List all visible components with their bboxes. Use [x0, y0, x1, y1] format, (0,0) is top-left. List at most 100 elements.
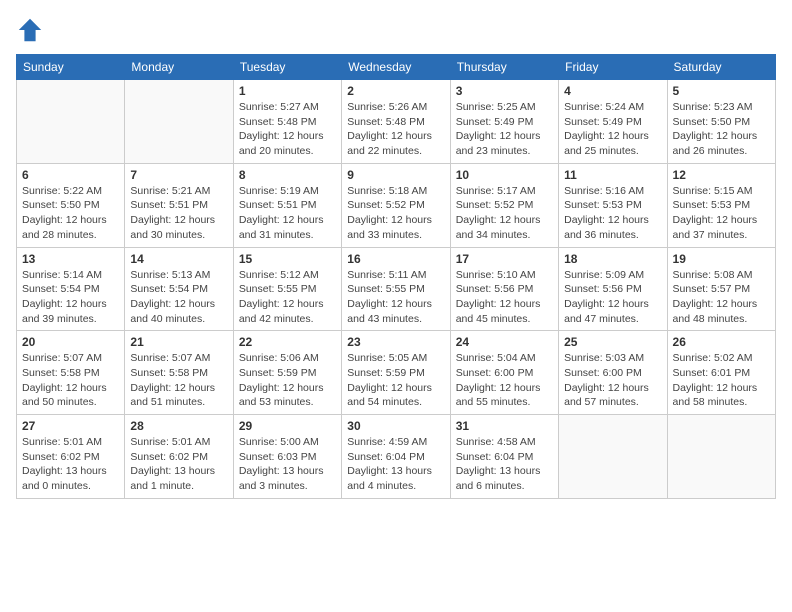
- calendar-cell: [125, 80, 233, 164]
- calendar-cell: 2 Sunrise: 5:26 AM Sunset: 5:48 PM Daylig…: [342, 80, 450, 164]
- day-info: Sunrise: 5:00 AM Sunset: 6:03 PM Dayligh…: [239, 435, 336, 494]
- calendar-cell: 20 Sunrise: 5:07 AM Sunset: 5:58 PM Dayli…: [17, 331, 125, 415]
- day-number: 14: [130, 252, 227, 266]
- day-info: Sunrise: 5:26 AM Sunset: 5:48 PM Dayligh…: [347, 100, 444, 159]
- calendar-cell: 30 Sunrise: 4:59 AM Sunset: 6:04 PM Dayli…: [342, 415, 450, 499]
- header-sunday: Sunday: [17, 55, 125, 80]
- day-number: 9: [347, 168, 444, 182]
- day-info: Sunrise: 5:11 AM Sunset: 5:55 PM Dayligh…: [347, 268, 444, 327]
- calendar-cell: 7 Sunrise: 5:21 AM Sunset: 5:51 PM Daylig…: [125, 163, 233, 247]
- day-number: 11: [564, 168, 661, 182]
- day-number: 1: [239, 84, 336, 98]
- calendar-cell: 16 Sunrise: 5:11 AM Sunset: 5:55 PM Dayli…: [342, 247, 450, 331]
- calendar-cell: 19 Sunrise: 5:08 AM Sunset: 5:57 PM Dayli…: [667, 247, 775, 331]
- calendar-cell: [667, 415, 775, 499]
- day-info: Sunrise: 5:14 AM Sunset: 5:54 PM Dayligh…: [22, 268, 119, 327]
- day-number: 8: [239, 168, 336, 182]
- day-info: Sunrise: 4:59 AM Sunset: 6:04 PM Dayligh…: [347, 435, 444, 494]
- calendar-cell: 21Sunrise: 5:07 AM Sunset: 5:58 PM Dayli…: [125, 331, 233, 415]
- calendar-week-2: 6 Sunrise: 5:22 AM Sunset: 5:50 PM Daylig…: [17, 163, 776, 247]
- header-monday: Monday: [125, 55, 233, 80]
- calendar-cell: 13 Sunrise: 5:14 AM Sunset: 5:54 PM Dayli…: [17, 247, 125, 331]
- page-header: [16, 16, 776, 44]
- day-number: 16: [347, 252, 444, 266]
- calendar-cell: 15 Sunrise: 5:12 AM Sunset: 5:55 PM Dayli…: [233, 247, 341, 331]
- day-number: 3: [456, 84, 553, 98]
- day-number: 10: [456, 168, 553, 182]
- calendar-cell: 27 Sunrise: 5:01 AM Sunset: 6:02 PM Dayli…: [17, 415, 125, 499]
- calendar-cell: 12 Sunrise: 5:15 AM Sunset: 5:53 PM Dayli…: [667, 163, 775, 247]
- calendar-cell: 17 Sunrise: 5:10 AM Sunset: 5:56 PM Dayli…: [450, 247, 558, 331]
- day-number: 19: [673, 252, 770, 266]
- day-number: 21: [130, 335, 227, 349]
- day-number: 24: [456, 335, 553, 349]
- day-info: Sunrise: 5:12 AM Sunset: 5:55 PM Dayligh…: [239, 268, 336, 327]
- day-number: 27: [22, 419, 119, 433]
- header-friday: Friday: [559, 55, 667, 80]
- day-info: Sunrise: 5:18 AM Sunset: 5:52 PM Dayligh…: [347, 184, 444, 243]
- day-info: Sunrise: 5:06 AM Sunset: 5:59 PM Dayligh…: [239, 351, 336, 410]
- calendar-cell: [559, 415, 667, 499]
- day-info: Sunrise: 5:01 AM Sunset: 6:02 PM Dayligh…: [130, 435, 227, 494]
- header-tuesday: Tuesday: [233, 55, 341, 80]
- calendar-cell: 28 Sunrise: 5:01 AM Sunset: 6:02 PM Dayli…: [125, 415, 233, 499]
- day-info: Sunrise: 5:21 AM Sunset: 5:51 PM Dayligh…: [130, 184, 227, 243]
- calendar-cell: 29 Sunrise: 5:00 AM Sunset: 6:03 PM Dayli…: [233, 415, 341, 499]
- day-info: Sunrise: 5:08 AM Sunset: 5:57 PM Dayligh…: [673, 268, 770, 327]
- day-info: Sunrise: 5:03 AM Sunset: 6:00 PM Dayligh…: [564, 351, 661, 410]
- logo: [16, 16, 48, 44]
- calendar-cell: 31 Sunrise: 4:58 AM Sunset: 6:04 PM Dayli…: [450, 415, 558, 499]
- day-info: Sunrise: 5:13 AM Sunset: 5:54 PM Dayligh…: [130, 268, 227, 327]
- day-number: 30: [347, 419, 444, 433]
- day-number: 23: [347, 335, 444, 349]
- day-number: 2: [347, 84, 444, 98]
- day-number: 15: [239, 252, 336, 266]
- calendar-table: SundayMondayTuesdayWednesdayThursdayFrid…: [16, 54, 776, 499]
- day-number: 28: [130, 419, 227, 433]
- calendar-cell: 4Sunrise: 5:24 AM Sunset: 5:49 PM Daylig…: [559, 80, 667, 164]
- calendar-week-3: 13 Sunrise: 5:14 AM Sunset: 5:54 PM Dayli…: [17, 247, 776, 331]
- day-info: Sunrise: 5:10 AM Sunset: 5:56 PM Dayligh…: [456, 268, 553, 327]
- calendar-cell: 18Sunrise: 5:09 AM Sunset: 5:56 PM Dayli…: [559, 247, 667, 331]
- calendar-header-row: SundayMondayTuesdayWednesdayThursdayFrid…: [17, 55, 776, 80]
- day-info: Sunrise: 4:58 AM Sunset: 6:04 PM Dayligh…: [456, 435, 553, 494]
- day-number: 7: [130, 168, 227, 182]
- day-info: Sunrise: 5:22 AM Sunset: 5:50 PM Dayligh…: [22, 184, 119, 243]
- calendar-week-5: 27 Sunrise: 5:01 AM Sunset: 6:02 PM Dayli…: [17, 415, 776, 499]
- day-info: Sunrise: 5:23 AM Sunset: 5:50 PM Dayligh…: [673, 100, 770, 159]
- header-saturday: Saturday: [667, 55, 775, 80]
- logo-icon: [16, 16, 44, 44]
- day-number: 20: [22, 335, 119, 349]
- day-number: 12: [673, 168, 770, 182]
- day-number: 31: [456, 419, 553, 433]
- day-info: Sunrise: 5:02 AM Sunset: 6:01 PM Dayligh…: [673, 351, 770, 410]
- calendar-cell: 26 Sunrise: 5:02 AM Sunset: 6:01 PM Dayli…: [667, 331, 775, 415]
- calendar-cell: 8 Sunrise: 5:19 AM Sunset: 5:51 PM Daylig…: [233, 163, 341, 247]
- day-info: Sunrise: 5:25 AM Sunset: 5:49 PM Dayligh…: [456, 100, 553, 159]
- day-number: 26: [673, 335, 770, 349]
- day-info: Sunrise: 5:05 AM Sunset: 5:59 PM Dayligh…: [347, 351, 444, 410]
- day-number: 17: [456, 252, 553, 266]
- day-info: Sunrise: 5:27 AM Sunset: 5:48 PM Dayligh…: [239, 100, 336, 159]
- day-info: Sunrise: 5:19 AM Sunset: 5:51 PM Dayligh…: [239, 184, 336, 243]
- day-info: Sunrise: 5:15 AM Sunset: 5:53 PM Dayligh…: [673, 184, 770, 243]
- day-number: 29: [239, 419, 336, 433]
- calendar-cell: 14 Sunrise: 5:13 AM Sunset: 5:54 PM Dayli…: [125, 247, 233, 331]
- calendar-cell: 23 Sunrise: 5:05 AM Sunset: 5:59 PM Dayli…: [342, 331, 450, 415]
- day-info: Sunrise: 5:01 AM Sunset: 6:02 PM Dayligh…: [22, 435, 119, 494]
- day-number: 13: [22, 252, 119, 266]
- calendar-cell: 1 Sunrise: 5:27 AM Sunset: 5:48 PM Daylig…: [233, 80, 341, 164]
- calendar-cell: 6 Sunrise: 5:22 AM Sunset: 5:50 PM Daylig…: [17, 163, 125, 247]
- calendar-cell: 9 Sunrise: 5:18 AM Sunset: 5:52 PM Daylig…: [342, 163, 450, 247]
- calendar-week-4: 20 Sunrise: 5:07 AM Sunset: 5:58 PM Dayli…: [17, 331, 776, 415]
- calendar-cell: 3 Sunrise: 5:25 AM Sunset: 5:49 PM Daylig…: [450, 80, 558, 164]
- day-info: Sunrise: 5:09 AM Sunset: 5:56 PM Dayligh…: [564, 268, 661, 327]
- header-thursday: Thursday: [450, 55, 558, 80]
- day-number: 25: [564, 335, 661, 349]
- day-number: 5: [673, 84, 770, 98]
- day-number: 4: [564, 84, 661, 98]
- day-info: Sunrise: 5:07 AM Sunset: 5:58 PM Dayligh…: [22, 351, 119, 410]
- calendar-cell: 5 Sunrise: 5:23 AM Sunset: 5:50 PM Daylig…: [667, 80, 775, 164]
- day-number: 6: [22, 168, 119, 182]
- calendar-cell: 24Sunrise: 5:04 AM Sunset: 6:00 PM Dayli…: [450, 331, 558, 415]
